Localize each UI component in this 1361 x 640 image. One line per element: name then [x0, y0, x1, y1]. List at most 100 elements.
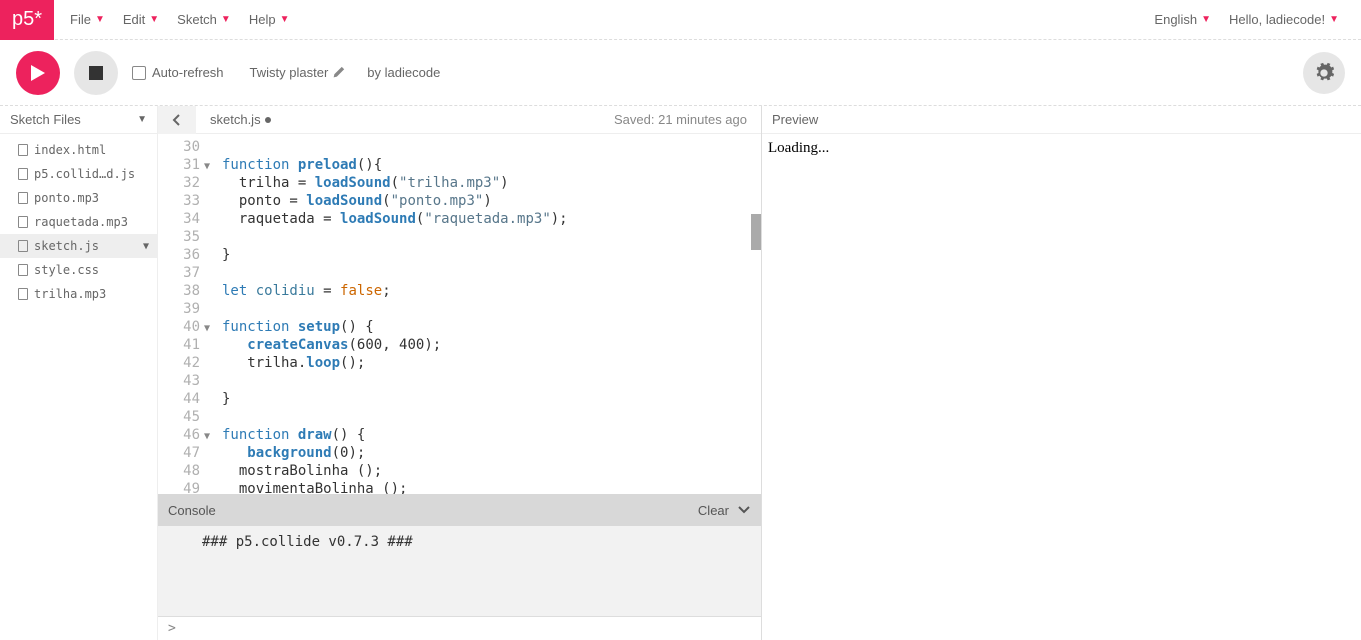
user-menu[interactable]: Hello, ladiecode! ▼ — [1225, 8, 1343, 31]
code-line[interactable] — [222, 228, 761, 246]
chevron-left-icon — [172, 113, 182, 127]
sidebar-title: Sketch Files — [10, 112, 81, 127]
language-selector[interactable]: English▼ — [1150, 8, 1215, 31]
caret-down-icon: ▼ — [149, 14, 159, 25]
fold-icon[interactable]: ▼ — [204, 158, 210, 176]
unsaved-indicator-icon — [265, 117, 271, 123]
file-name-label: index.html — [34, 143, 106, 157]
menu-sketch-label: Sketch — [177, 12, 217, 27]
file-name-label: style.css — [34, 263, 99, 277]
file-item[interactable]: raquetada.mp3 — [0, 210, 157, 234]
byline: by ladiecode — [367, 65, 440, 80]
gear-icon — [1313, 62, 1335, 84]
file-item[interactable]: p5.collid…d.js — [0, 162, 157, 186]
sketch-name[interactable]: Twisty plaster — [250, 65, 346, 80]
file-icon — [18, 264, 28, 276]
preview-header: Preview — [762, 106, 1361, 134]
sidebar: Sketch Files ▼ index.html p5.collid…d.js p… — [0, 106, 158, 640]
code-line[interactable] — [222, 300, 761, 318]
line-gutter: 3031▼323334353637383940▼414243444546▼474… — [158, 134, 204, 494]
file-name-label: sketch.js — [34, 239, 99, 253]
file-icon — [18, 240, 28, 252]
code-line[interactable]: raquetada = loadSound("raquetada.mp3"); — [222, 210, 761, 228]
caret-down-icon: ▼ — [1329, 14, 1339, 25]
file-icon — [18, 168, 28, 180]
file-name-label: ponto.mp3 — [34, 191, 99, 205]
file-name-label: raquetada.mp3 — [34, 215, 128, 229]
file-tab[interactable]: sketch.js — [196, 112, 285, 127]
menu-edit[interactable]: Edit ▼ — [119, 8, 163, 31]
code-line[interactable] — [222, 138, 761, 156]
console-input[interactable]: > — [158, 616, 761, 640]
caret-down-icon[interactable]: ▼ — [143, 241, 149, 252]
code-line[interactable]: movimentaBolinha (); — [222, 480, 761, 494]
file-item[interactable]: sketch.js ▼ — [0, 234, 157, 258]
code-line[interactable]: function setup() { — [222, 318, 761, 336]
file-name-label: trilha.mp3 — [34, 287, 106, 301]
menu-edit-label: Edit — [123, 12, 145, 27]
main-area: Sketch Files ▼ index.html p5.collid…d.js p… — [0, 106, 1361, 640]
clear-console-button[interactable]: Clear — [698, 503, 729, 518]
console-title: Console — [168, 503, 216, 518]
chevron-down-icon[interactable] — [737, 505, 751, 515]
code-line[interactable]: createCanvas(600, 400); — [222, 336, 761, 354]
scrollbar-thumb[interactable] — [751, 214, 761, 250]
fold-icon[interactable]: ▼ — [204, 320, 210, 338]
pencil-icon — [332, 66, 345, 79]
file-item[interactable]: index.html — [0, 138, 157, 162]
auto-refresh-toggle[interactable]: Auto-refresh — [132, 65, 224, 80]
menu-file[interactable]: File▼ — [66, 8, 109, 31]
file-list: index.html p5.collid…d.js ponto.mp3 raqueta… — [0, 134, 157, 306]
editor-header: sketch.js Saved: 21 minutes ago — [158, 106, 761, 134]
sidebar-header[interactable]: Sketch Files ▼ — [0, 106, 157, 134]
sketch-name-text: Twisty plaster — [250, 65, 329, 80]
code-line[interactable] — [222, 408, 761, 426]
settings-button[interactable] — [1303, 52, 1345, 94]
file-item[interactable]: style.css — [0, 258, 157, 282]
code-line[interactable]: background(0); — [222, 444, 761, 462]
console-prompt-icon: > — [168, 621, 176, 636]
fold-icon[interactable]: ▼ — [204, 428, 210, 446]
code-line[interactable]: trilha.loop(); — [222, 354, 761, 372]
checkbox-icon[interactable] — [132, 66, 146, 80]
logo[interactable]: p5* — [0, 0, 54, 40]
caret-down-icon: ▼ — [221, 14, 231, 25]
caret-down-icon: ▼ — [1201, 14, 1211, 25]
saved-status: Saved: 21 minutes ago — [614, 112, 761, 127]
file-item[interactable]: trilha.mp3 — [0, 282, 157, 306]
main-menu: File▼ Edit ▼ Sketch ▼ Help▼ — [54, 8, 1150, 31]
code-editor[interactable]: 3031▼323334353637383940▼414243444546▼474… — [158, 134, 761, 494]
greeting-label: Hello, ladiecode! — [1229, 12, 1325, 27]
preview-body: Loading... — [762, 134, 1361, 640]
top-nav: p5* File▼ Edit ▼ Sketch ▼ Help▼ English▼ H… — [0, 0, 1361, 40]
code-line[interactable] — [222, 372, 761, 390]
code-body[interactable]: function preload(){ trilha = loadSound("… — [204, 134, 761, 494]
caret-down-icon: ▼ — [95, 14, 105, 25]
code-line[interactable]: function draw() { — [222, 426, 761, 444]
caret-down-icon: ▼ — [137, 114, 147, 125]
menu-sketch[interactable]: Sketch ▼ — [173, 8, 235, 31]
stop-button[interactable] — [74, 51, 118, 95]
code-line[interactable] — [222, 264, 761, 282]
file-icon — [18, 288, 28, 300]
file-icon — [18, 216, 28, 228]
editor-column: sketch.js Saved: 21 minutes ago 3031▼323… — [158, 106, 762, 640]
file-icon — [18, 192, 28, 204]
play-icon — [30, 64, 46, 82]
console-header: Console Clear — [158, 494, 761, 526]
auto-refresh-label: Auto-refresh — [152, 65, 224, 80]
code-line[interactable]: trilha = loadSound("trilha.mp3") — [222, 174, 761, 192]
code-line[interactable]: ponto = loadSound("ponto.mp3") — [222, 192, 761, 210]
stop-icon — [89, 66, 103, 80]
code-line[interactable]: mostraBolinha (); — [222, 462, 761, 480]
code-line[interactable]: } — [222, 390, 761, 408]
play-button[interactable] — [16, 51, 60, 95]
code-line[interactable]: } — [222, 246, 761, 264]
menu-help[interactable]: Help▼ — [245, 8, 294, 31]
toolbar: Auto-refresh Twisty plaster by ladiecode — [0, 40, 1361, 106]
code-line[interactable]: function preload(){ — [222, 156, 761, 174]
file-item[interactable]: ponto.mp3 — [0, 186, 157, 210]
code-line[interactable]: let colidiu = false; — [222, 282, 761, 300]
collapse-sidebar-button[interactable] — [158, 106, 196, 134]
user-menu-group: English▼ Hello, ladiecode! ▼ — [1150, 8, 1361, 31]
